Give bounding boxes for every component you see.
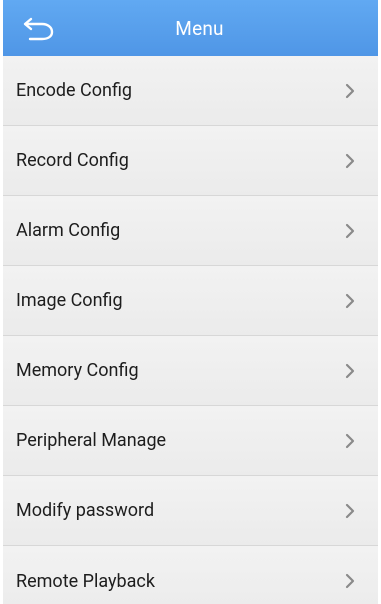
menu-item-label: Encode Config (16, 80, 133, 101)
menu-item-label: Record Config (16, 150, 129, 171)
page-title: Menu (175, 16, 224, 40)
menu-item-alarm-config[interactable]: Alarm Config (3, 196, 378, 266)
menu-item-label: Memory Config (16, 360, 139, 381)
chevron-right-icon (345, 363, 355, 378)
menu-item-label: Peripheral Manage (16, 430, 167, 451)
chevron-right-icon (345, 153, 355, 168)
menu-screen: Menu Encode Config Record Config Alarm C… (3, 0, 378, 604)
menu-item-peripheral-manage[interactable]: Peripheral Manage (3, 406, 378, 476)
chevron-right-icon (345, 293, 355, 308)
chevron-right-icon (345, 503, 355, 518)
menu-item-memory-config[interactable]: Memory Config (3, 336, 378, 406)
menu-item-encode-config[interactable]: Encode Config (3, 56, 378, 126)
back-arrow-icon (23, 17, 54, 41)
menu-item-label: Remote Playback (16, 570, 155, 592)
menu-item-record-config[interactable]: Record Config (3, 126, 378, 196)
menu-item-modify-password[interactable]: Modify password (3, 476, 378, 546)
chevron-right-icon (345, 223, 355, 238)
menu-item-label: Modify password (16, 500, 155, 521)
menu-item-remote-playback[interactable]: Remote Playback (3, 546, 378, 604)
chevron-right-icon (345, 433, 355, 448)
menu-header: Menu (3, 0, 378, 56)
back-button[interactable] (17, 8, 61, 48)
menu-item-label: Image Config (16, 290, 123, 311)
chevron-right-icon (345, 573, 355, 589)
menu-item-image-config[interactable]: Image Config (3, 266, 378, 336)
menu-item-label: Alarm Config (16, 220, 121, 241)
menu-list: Encode Config Record Config Alarm Config… (3, 56, 378, 604)
chevron-right-icon (345, 83, 355, 98)
